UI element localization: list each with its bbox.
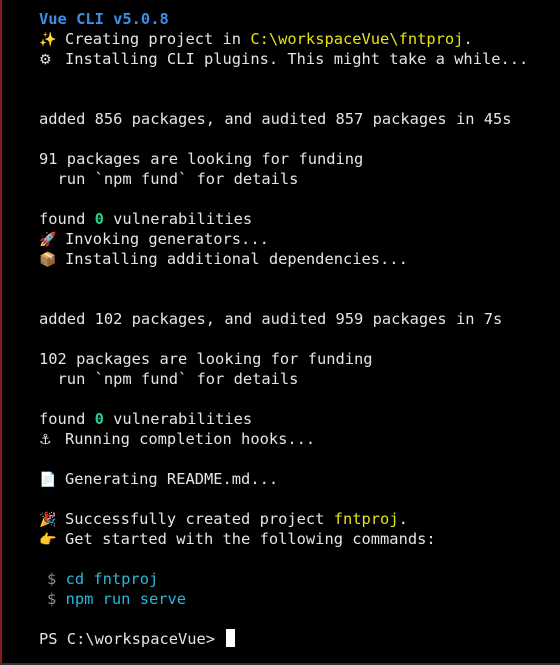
invoking-generators-line: 🚀 Invoking generators... bbox=[39, 230, 269, 248]
dollar-sign: $ bbox=[47, 570, 57, 588]
vulnerabilities-line: found 0 vulnerabilities bbox=[39, 210, 253, 228]
anchor-icon: ⚓ bbox=[39, 432, 52, 448]
prompt-text: PS C:\workspaceVue> bbox=[39, 630, 225, 648]
powershell-prompt-line[interactable]: PS C:\workspaceVue> bbox=[39, 629, 560, 649]
installing-deps-line: 📦 Installing additional dependencies... bbox=[39, 250, 408, 268]
sparkles-icon: ✨ bbox=[39, 32, 57, 48]
npm-added-summary: added 102 packages, and audited 959 pack… bbox=[39, 310, 503, 328]
dollar-sign: $ bbox=[47, 590, 57, 608]
success-line: 🎉 Successfully created project fntproj. bbox=[39, 510, 408, 528]
generating-readme-line: 📄 Generating README.md... bbox=[39, 470, 279, 488]
installing-plugins-line: ⚙ Installing CLI plugins. This might take… bbox=[39, 50, 529, 68]
project-path: C:\workspaceVue\fntproj bbox=[250, 30, 464, 48]
text-cursor bbox=[226, 629, 236, 647]
npm-fund-hint: run `npm fund` for details bbox=[39, 170, 299, 188]
gear-icon: ⚙ bbox=[39, 52, 52, 68]
npm-funding-notice: 102 packages are looking for funding bbox=[39, 350, 373, 368]
command-serve[interactable]: $ npm run serve bbox=[39, 589, 560, 609]
vulnerabilities-line: found 0 vulnerabilities bbox=[39, 410, 253, 428]
completion-hooks-line: ⚓ Running completion hooks... bbox=[39, 430, 316, 448]
command-text: npm run serve bbox=[65, 590, 187, 608]
creating-project-line: ✨ Creating project in C:\workspaceVue\fnt… bbox=[39, 30, 473, 48]
get-started-line: 👉 Get started with the following commands… bbox=[39, 530, 436, 548]
vulnerability-count: 0 bbox=[94, 210, 104, 228]
project-name: fntproj bbox=[333, 510, 399, 528]
document-icon: 📄 bbox=[39, 472, 57, 488]
terminal-left-border bbox=[0, 0, 2, 665]
npm-added-summary: added 856 packages, and audited 857 pack… bbox=[39, 110, 512, 128]
pointing-hand-icon: 👉 bbox=[39, 532, 57, 548]
npm-funding-notice: 91 packages are looking for funding bbox=[39, 150, 364, 168]
command-text: cd fntproj bbox=[65, 570, 159, 588]
package-icon: 📦 bbox=[39, 252, 57, 268]
command-cd[interactable]: $ cd fntproj bbox=[39, 569, 560, 589]
vulnerability-count: 0 bbox=[94, 410, 104, 428]
rocket-icon: 🚀 bbox=[39, 232, 57, 248]
terminal-output[interactable]: Vue CLI v5.0.8 ✨ Creating project in C:\w… bbox=[39, 9, 560, 649]
party-popper-icon: 🎉 bbox=[39, 512, 57, 528]
creating-text: Creating project in bbox=[65, 30, 251, 48]
vue-cli-banner: Vue CLI v5.0.8 bbox=[39, 10, 169, 28]
npm-fund-hint: run `npm fund` for details bbox=[39, 370, 299, 388]
